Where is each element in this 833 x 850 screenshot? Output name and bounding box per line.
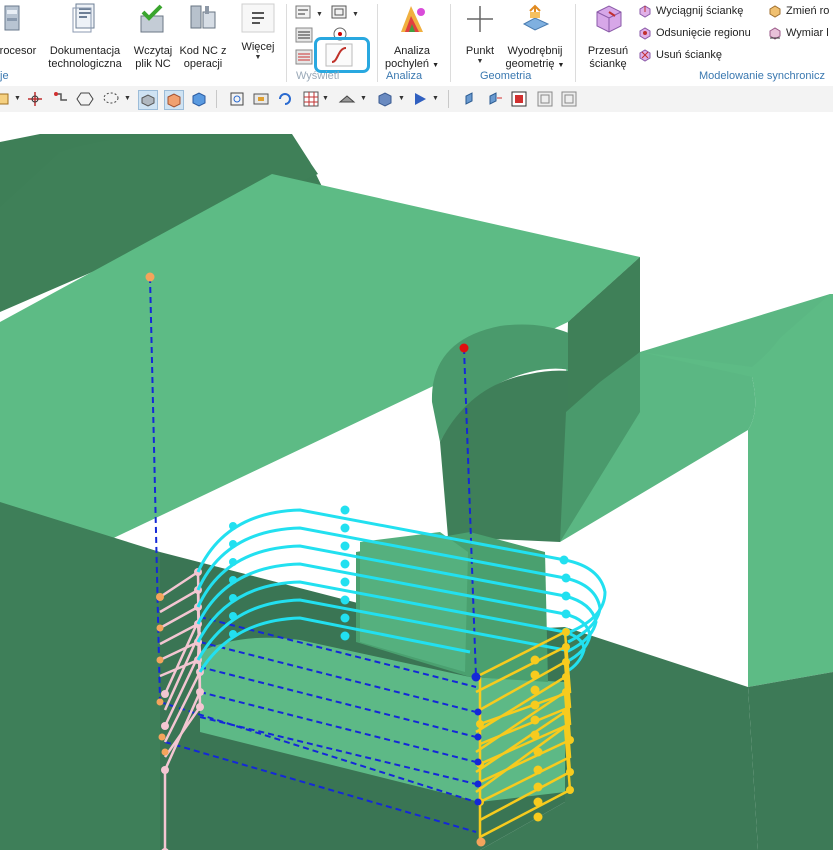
more-icon — [241, 3, 275, 33]
group-analysis-label: Analiza — [386, 70, 423, 82]
dimension-button[interactable]: Wymiar l — [768, 26, 829, 40]
nc-code-from-operation-button[interactable]: Kod NC z operacji — [178, 2, 228, 71]
cube-icon[interactable] — [190, 90, 208, 108]
draft-analysis-label-1: Analiza — [393, 45, 431, 57]
ribbon-separator — [450, 4, 451, 82]
load-nc-label-2: plik NC — [135, 58, 171, 70]
change-round-button[interactable]: Zmień ro — [768, 4, 829, 18]
view-toolbar: ▼ ▼ ▼ ▼ ▼ ▼ — [0, 86, 833, 113]
more-caret-icon: ▼ — [254, 54, 262, 61]
extract-geometry-button[interactable]: Wyodrębnij geometrię ▼ — [502, 2, 568, 72]
zoom-window-icon[interactable] — [252, 90, 270, 108]
hexagon-icon[interactable] — [76, 90, 94, 108]
nc-code-label-2: operacji — [183, 58, 223, 70]
extract-geometry-icon — [522, 4, 550, 31]
move-face-label-1: Przesuń — [587, 45, 629, 57]
lasso-caret-icon[interactable]: ▼ — [124, 95, 131, 102]
delete-face-button[interactable]: Usuń ściankę — [638, 48, 722, 62]
snap-icon[interactable] — [26, 90, 44, 108]
nc-code-label-1: Kod NC z — [179, 45, 227, 57]
point-cross-icon — [467, 6, 493, 32]
document-icon — [72, 3, 95, 33]
box-icon[interactable] — [164, 90, 184, 110]
frame2-icon[interactable] — [560, 90, 578, 108]
display-style-icon[interactable] — [376, 90, 394, 108]
group-display-label: Wyświetl — [296, 70, 340, 82]
lasso-select-icon[interactable] — [102, 90, 120, 108]
display-style-caret-icon[interactable]: ▼ — [398, 95, 405, 102]
frame-icon[interactable] — [536, 90, 554, 108]
move-face-label-2: ściankę — [589, 58, 627, 70]
toolpath-display-icon[interactable] — [295, 5, 311, 19]
zoom-fit-icon[interactable] — [228, 90, 246, 108]
more-button[interactable]: Więcej ▼ — [236, 2, 280, 62]
highlight-box — [314, 37, 370, 73]
extract-geometry-label-1: Wyodrębnij — [507, 45, 563, 57]
offset-region-icon — [639, 27, 651, 40]
group-geometry-label: Geometria — [480, 70, 532, 82]
window-display-icon[interactable] — [331, 5, 347, 19]
grid-icon[interactable] — [302, 90, 320, 108]
section-icon[interactable] — [338, 90, 356, 108]
group-synchronous-modeling-label: Modelowanie synchronicz — [699, 70, 825, 82]
rotate-icon[interactable] — [276, 90, 294, 108]
cad-viewport[interactable] — [0, 112, 833, 850]
view-orient-icon[interactable] — [0, 90, 14, 108]
documentation-label-1: Dokumentacja — [49, 45, 121, 57]
stop-icon[interactable] — [510, 90, 528, 108]
dimension-label: Wymiar l — [786, 27, 829, 39]
more-label: Więcej — [241, 41, 275, 53]
move-face-icon — [596, 5, 622, 33]
section-caret-icon[interactable]: ▼ — [360, 95, 367, 102]
delete-face-icon — [639, 49, 651, 62]
delete-face-label: Usuń ściankę — [656, 49, 723, 61]
hatch-red-display-icon[interactable] — [295, 49, 313, 65]
ribbon-separator — [377, 4, 378, 82]
ribbon-separator — [575, 4, 576, 82]
load-nc-label-1: Wczytaj — [133, 45, 173, 57]
group-left-label: je — [0, 70, 9, 82]
move-icon[interactable] — [52, 90, 70, 108]
offset-region-label: Odsunięcie regionu — [656, 27, 751, 39]
point-button[interactable]: Punkt ▼ — [460, 2, 500, 66]
postprocessor-button[interactable]: rocesor — [0, 2, 38, 58]
documentation-label-2: technologiczna — [48, 58, 122, 70]
postprocessor-label: rocesor — [0, 45, 37, 57]
start-point-marker — [459, 343, 469, 353]
extrude-face-button[interactable]: Wyciągnij ściankę — [638, 4, 743, 18]
arrow-caret-icon[interactable]: ▼ — [432, 95, 439, 102]
postprocessor-icon — [4, 5, 20, 31]
move-face-button[interactable]: Przesuń ściankę — [584, 2, 632, 71]
toolbar-separator — [216, 90, 217, 108]
hatch-display-icon[interactable] — [295, 27, 313, 43]
ribbon-separator — [286, 4, 287, 82]
view-orient-caret-icon[interactable]: ▼ — [14, 95, 21, 102]
svg-text:▼: ▼ — [352, 11, 359, 18]
change-round-label: Zmień ro — [786, 5, 830, 17]
draft-analysis-button[interactable]: Analiza pochyleń ▼ — [382, 2, 442, 72]
nc-code-icon — [190, 5, 216, 29]
draft-analysis-icon — [401, 6, 425, 32]
change-round-icon — [769, 5, 781, 18]
ribbon: rocesor Dokumentacja technologiczna Wczy… — [0, 0, 833, 87]
dimension-icon — [769, 27, 781, 40]
toolbar-separator — [448, 90, 449, 108]
documentation-button[interactable]: Dokumentacja technologiczna — [44, 2, 126, 71]
grid-caret-icon[interactable]: ▼ — [322, 95, 329, 102]
extrude-face-label: Wyciągnij ściankę — [656, 5, 744, 17]
offset-region-button[interactable]: Odsunięcie regionu — [638, 26, 751, 40]
load-nc-icon — [140, 4, 164, 33]
load-nc-file-button[interactable]: Wczytaj plik NC — [130, 2, 176, 71]
point-label: Punkt — [465, 45, 495, 57]
arrow-icon[interactable] — [412, 90, 430, 108]
extrude-face-icon — [639, 5, 651, 18]
pan-icon[interactable] — [462, 90, 480, 108]
shaded-icon[interactable] — [138, 90, 158, 110]
svg-text:▼: ▼ — [316, 11, 323, 18]
pan2-icon[interactable] — [486, 90, 504, 108]
point-caret-icon: ▼ — [476, 58, 484, 65]
